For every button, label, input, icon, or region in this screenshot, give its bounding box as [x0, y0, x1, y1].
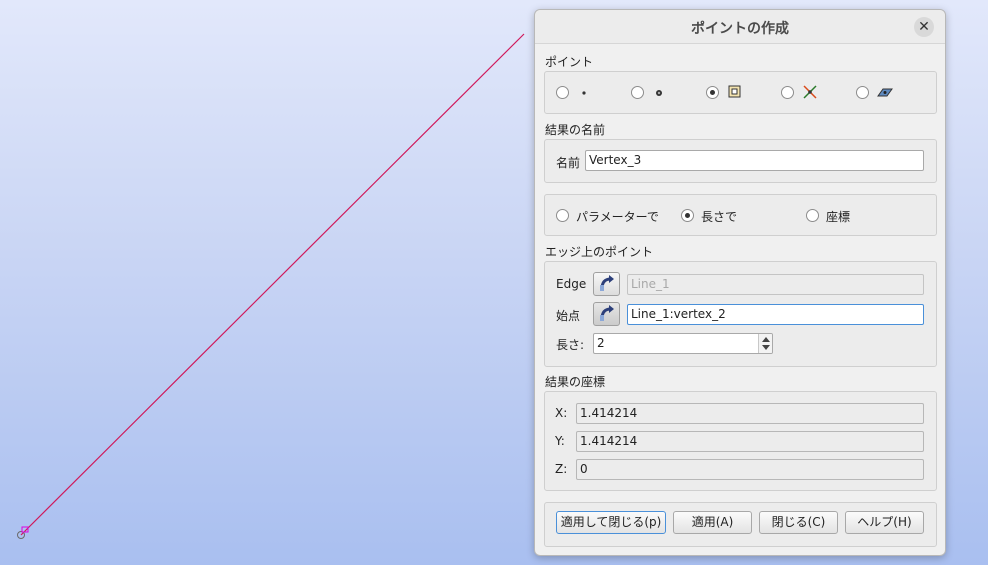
name-label: 名前 — [556, 156, 581, 170]
start-point-input[interactable]: Line_1:vertex_2 — [627, 304, 924, 325]
point-reference-icon — [656, 90, 662, 96]
coordinates-section-label: 結果の座標 — [545, 375, 606, 389]
mode-group: パラメーターで 長さで 座標 — [544, 194, 937, 236]
point-type-radio-4[interactable] — [781, 86, 794, 99]
edge-input: Line_1 — [627, 274, 924, 295]
spin-up-icon[interactable] — [762, 337, 770, 342]
close-dialog-button[interactable]: ✕ — [914, 17, 934, 37]
vertex-select-icon — [600, 305, 614, 321]
close-button[interactable]: 閉じる(C) — [759, 511, 838, 534]
point-xyz-icon — [582, 91, 586, 95]
coordinates-group: X: 1.414214 Y: 1.414214 Z: 0 — [544, 391, 937, 491]
apply-and-close-button[interactable]: 適用して閉じる(p) — [556, 511, 666, 534]
result-name-group: 名前 Vertex_3 — [544, 139, 937, 183]
length-label: 長さ: — [556, 338, 585, 352]
create-point-dialog: ポイントの作成 ✕ ポイント 結果の名前 名前 Vertex_3 パラメーターで… — [534, 9, 946, 556]
point-on-edge-icon — [728, 85, 741, 98]
mode-label-length: 長さで — [701, 210, 738, 224]
z-label: Z: — [555, 462, 568, 476]
line-1[interactable] — [20, 33, 525, 536]
mode-label-coordinates: 座標 — [826, 210, 851, 224]
point-intersection-icon — [803, 85, 817, 99]
length-value: 2 — [597, 336, 605, 350]
point-section-label: ポイント — [545, 55, 594, 69]
point-type-radio-1[interactable] — [556, 86, 569, 99]
apply-button[interactable]: 適用(A) — [673, 511, 752, 534]
name-input[interactable]: Vertex_3 — [585, 150, 924, 171]
length-spin-arrows[interactable] — [758, 334, 772, 353]
point-on-face-icon — [877, 88, 893, 97]
start-point-select-button[interactable] — [593, 302, 620, 326]
start-point-label: 始点 — [556, 309, 581, 323]
mode-radio-parameter[interactable] — [556, 209, 569, 222]
z-value: 0 — [576, 459, 924, 480]
dialog-title: ポイントの作成 — [691, 21, 789, 37]
mode-radio-coordinates[interactable] — [806, 209, 819, 222]
mode-radio-length[interactable] — [681, 209, 694, 222]
x-label: X: — [555, 406, 568, 420]
on-edge-group: Edge Line_1 始点 Line_1:vertex_2 長さ: 2 — [544, 261, 937, 367]
point-type-radio-5[interactable] — [856, 86, 869, 99]
edge-select-icon — [600, 275, 614, 291]
on-edge-section-label: エッジ上のポイント — [545, 245, 654, 259]
help-button[interactable]: ヘルプ(H) — [845, 511, 924, 534]
point-type-group — [544, 71, 937, 114]
mode-label-parameter: パラメーターで — [576, 210, 659, 224]
edge-select-button[interactable] — [593, 272, 620, 296]
dialog-titlebar[interactable]: ポイントの作成 ✕ — [535, 10, 945, 44]
length-spinbox[interactable]: 2 — [593, 333, 773, 354]
y-value: 1.414214 — [576, 431, 924, 452]
y-label: Y: — [555, 434, 565, 448]
edge-label: Edge — [556, 277, 587, 291]
x-value: 1.414214 — [576, 403, 924, 424]
spin-down-icon[interactable] — [762, 345, 770, 350]
dialog-button-bar: 適用して閉じる(p) 適用(A) 閉じる(C) ヘルプ(H) — [544, 502, 937, 547]
point-type-radio-2[interactable] — [631, 86, 644, 99]
point-type-radio-3[interactable] — [706, 86, 719, 99]
result-name-section-label: 結果の名前 — [545, 123, 606, 137]
